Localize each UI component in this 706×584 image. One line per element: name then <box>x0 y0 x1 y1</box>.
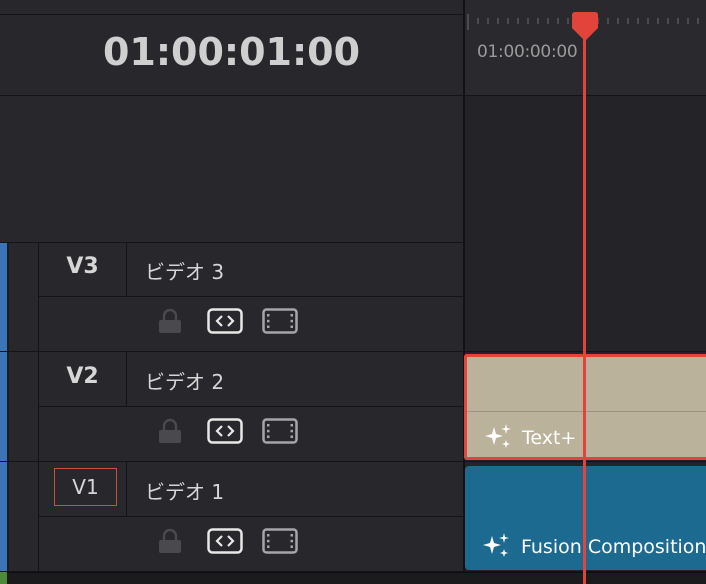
clip-label: Fusion Composition <box>521 536 706 558</box>
current-timecode[interactable]: 01:00:01:00 <box>0 30 463 74</box>
track-color-strip <box>0 462 7 572</box>
playhead-line[interactable] <box>583 30 586 584</box>
track-header-v3[interactable]: V3 ビデオ 3 <box>0 242 463 352</box>
sparkle-icon <box>483 533 509 557</box>
film-strip-icon[interactable] <box>262 308 298 334</box>
track-color-strip <box>0 352 7 462</box>
playhead-handle-icon[interactable] <box>568 11 602 45</box>
film-strip-icon[interactable] <box>262 418 298 444</box>
auto-select-icon[interactable] <box>207 308 243 334</box>
track-header-v1[interactable]: V1 ビデオ 1 <box>0 462 463 572</box>
lock-icon[interactable] <box>157 418 183 444</box>
timecode-panel: 01:00:01:00 <box>0 0 463 242</box>
track-id[interactable]: V2 <box>39 364 126 389</box>
track-name[interactable]: ビデオ 1 <box>145 476 224 505</box>
lock-icon[interactable] <box>157 308 183 334</box>
film-strip-icon[interactable] <box>262 528 298 554</box>
track-id[interactable]: V3 <box>39 254 126 279</box>
next-track-edge <box>0 572 706 584</box>
sparkle-icon <box>485 424 511 448</box>
auto-select-icon[interactable] <box>207 418 243 444</box>
clip-label: Text+ <box>522 427 577 449</box>
track-id-selected[interactable]: V1 <box>54 468 117 506</box>
ruler-timecode-label: 01:00:00:00 <box>477 42 578 62</box>
track-color-strip <box>0 242 7 352</box>
track-name[interactable]: ビデオ 2 <box>145 366 224 395</box>
track-header-v2[interactable]: V2 ビデオ 2 <box>0 352 463 462</box>
lock-icon[interactable] <box>157 528 183 554</box>
auto-select-icon[interactable] <box>207 528 243 554</box>
track-name[interactable]: ビデオ 3 <box>145 256 224 285</box>
